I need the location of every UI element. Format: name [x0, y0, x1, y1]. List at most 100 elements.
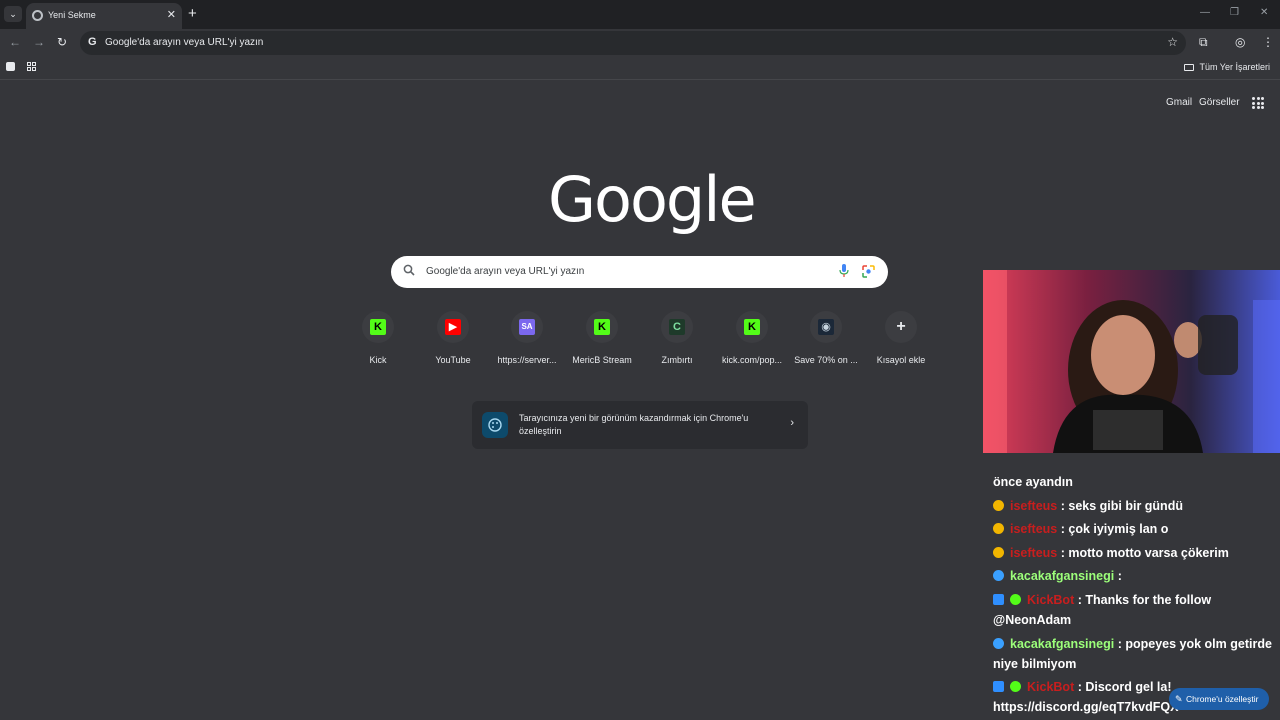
shortcut-tile[interactable]: Kkick.com/pop...	[716, 311, 788, 365]
google-logo: Google	[548, 163, 757, 236]
chat-badge-icon	[993, 638, 1004, 649]
shortcut-tile[interactable]: SA https://server...	[491, 311, 563, 365]
chat-message: isefteus : motto motto varsa çökerim	[993, 546, 1229, 560]
shortcut-label: Kick	[369, 355, 387, 365]
tab-new-tab[interactable]: Yeni Sekme ✕	[26, 3, 182, 29]
tab-close-icon[interactable]: ✕	[167, 8, 176, 21]
tab-search-button[interactable]: ⌄	[4, 6, 22, 22]
bookmarks-bar: Tüm Yer İşaretleri	[0, 56, 1280, 80]
shortcut-icon: K	[594, 319, 610, 335]
chat-badge-icon	[993, 681, 1004, 692]
chat-message: kacakafgansinegi : popeyes yok olm getir…	[993, 637, 1272, 651]
shortcut-favicon: C	[661, 311, 693, 343]
chat-message: @NeonAdam	[993, 613, 1071, 627]
chat-text: @NeonAdam	[993, 613, 1072, 627]
shortcut-tile[interactable]: C Zımbırtı	[641, 311, 713, 365]
minimize-icon[interactable]: —	[1200, 7, 1210, 18]
gmail-link[interactable]: Gmail	[1166, 97, 1192, 108]
webcam-overlay	[983, 270, 1280, 453]
chat-message: KickBot : Thanks for the follow	[993, 593, 1211, 607]
shortcut-label: Kısayol ekle	[876, 355, 926, 365]
shortcut-favicon: +	[885, 311, 917, 343]
shortcut-icon: +	[896, 318, 906, 335]
chat-badge-icon	[1010, 594, 1021, 605]
search-icon	[403, 264, 415, 276]
back-icon[interactable]: ←	[9, 35, 21, 49]
shortcut-tile[interactable]: ▶ YouTube	[417, 311, 489, 365]
customize-chrome-label: Chrome'u özelleştir	[1186, 694, 1259, 704]
shortcut-label: kick.com/pop...	[721, 355, 783, 365]
search-placeholder: Google'da arayın veya URL'yi yazın	[426, 266, 585, 277]
search-box[interactable]: Google'da arayın veya URL'yi yazın	[391, 256, 888, 288]
customize-chrome-banner[interactable]: Tarayıcınıza yeni bir görünüm kazandırma…	[472, 401, 808, 449]
chat-text: : seks gibi bir gündü	[1060, 499, 1183, 513]
shortcut-favicon: ▶	[437, 311, 469, 343]
chat-badge-icon	[993, 570, 1004, 581]
chat-text: https://discord.gg/eqT7kvdFQX	[993, 700, 1179, 714]
profile-icon[interactable]: ◎	[1235, 35, 1245, 49]
webcam-image	[983, 270, 1280, 453]
chat-username[interactable]: KickBot	[1027, 680, 1074, 694]
images-link[interactable]: Görseller	[1199, 97, 1240, 108]
chat-text: : Discord gel la!	[1077, 680, 1172, 694]
shortcut-icon: ▶	[445, 319, 461, 335]
chat-username[interactable]: kacakafgansinegi	[1010, 569, 1114, 583]
microphone-icon[interactable]	[839, 264, 849, 278]
new-tab-button[interactable]: +	[188, 5, 197, 22]
chat-username[interactable]: isefteus	[1010, 499, 1057, 513]
chat-message: niye bilmiyom	[993, 657, 1076, 671]
menu-icon[interactable]: ⋮	[1262, 35, 1274, 49]
chat-badge-icon	[1010, 681, 1021, 692]
chat-text: : motto motto varsa çökerim	[1060, 546, 1229, 560]
bookmark-star-icon[interactable]: ☆	[1167, 35, 1178, 49]
shortcut-favicon: K	[586, 311, 618, 343]
chat-badge-icon	[993, 547, 1004, 558]
chat-message: isefteus : çok iyiymiş lan o	[993, 522, 1168, 536]
chat-message: isefteus : seks gibi bir gündü	[993, 499, 1183, 513]
reload-icon[interactable]: ↻	[57, 35, 67, 49]
restore-icon[interactable]: ❐	[1230, 7, 1239, 18]
banner-text: Tarayıcınıza yeni bir görünüm kazandırma…	[519, 413, 749, 436]
shortcut-tile[interactable]: K Kick	[342, 311, 414, 365]
chat-text: niye bilmiyom	[993, 657, 1077, 671]
shortcut-favicon: K	[736, 311, 768, 343]
shortcut-icon: C	[669, 319, 685, 335]
google-apps-icon[interactable]	[1252, 97, 1264, 109]
shortcut-icon: ◉	[818, 319, 834, 335]
extensions-icon[interactable]: ⧉	[1199, 35, 1208, 50]
shortcut-tile[interactable]: K MericB Stream	[566, 311, 638, 365]
address-bar[interactable]: G Google'da arayın veya URL'yi yazın ☆	[80, 31, 1186, 55]
chat-username[interactable]: KickBot	[1027, 593, 1074, 607]
shortcut-label: https://server...	[497, 355, 557, 365]
all-bookmarks-folder[interactable]: Tüm Yer İşaretleri	[1184, 62, 1270, 72]
chat-message: önce ayandın	[993, 475, 1073, 489]
chat-overlay: önce ayandın isefteus : seks gibi bir gün…	[983, 453, 1280, 720]
shortcut-tile[interactable]: + Kısayol ekle	[865, 311, 937, 365]
chat-message: kacakafgansinegi :	[993, 569, 1122, 583]
shortcut-tile[interactable]: ◉ Save 70% on ...	[790, 311, 862, 365]
chat-message: KickBot : Discord gel la!	[993, 680, 1172, 694]
chat-username[interactable]: isefteus	[1010, 522, 1057, 536]
address-bar-placeholder: Google'da arayın veya URL'yi yazın	[105, 37, 264, 48]
shortcut-label: MericB Stream	[572, 355, 632, 365]
forward-icon[interactable]: →	[33, 35, 45, 49]
chat-username[interactable]: isefteus	[1010, 546, 1057, 560]
window-close-icon[interactable]: ✕	[1260, 7, 1268, 18]
chat-text: : popeyes yok olm getirde	[1117, 637, 1272, 651]
shortcut-favicon: SA	[511, 311, 543, 343]
chat-username[interactable]: kacakafgansinegi	[1010, 637, 1114, 651]
chat-text: önce ayandın	[993, 475, 1073, 489]
shortcut-label: Save 70% on ...	[794, 355, 858, 365]
chat-badge-icon	[993, 500, 1004, 511]
chat-text: :	[1117, 569, 1122, 583]
bookmark-app-icon[interactable]	[6, 62, 15, 71]
chat-message: https://discord.gg/eqT7kvdFQX	[993, 700, 1178, 714]
google-lens-icon[interactable]	[862, 265, 875, 278]
apps-grid-icon[interactable]	[27, 62, 36, 71]
shortcut-icon: K	[370, 319, 386, 335]
shortcut-favicon: K	[362, 311, 394, 343]
toolbar: ← → ↻ G Google'da arayın veya URL'yi yaz…	[0, 29, 1280, 56]
customize-chrome-button[interactable]: ✎ Chrome'u özelleştir	[1169, 688, 1269, 710]
shortcut-favicon: ◉	[810, 311, 842, 343]
chrome-icon	[32, 10, 43, 21]
